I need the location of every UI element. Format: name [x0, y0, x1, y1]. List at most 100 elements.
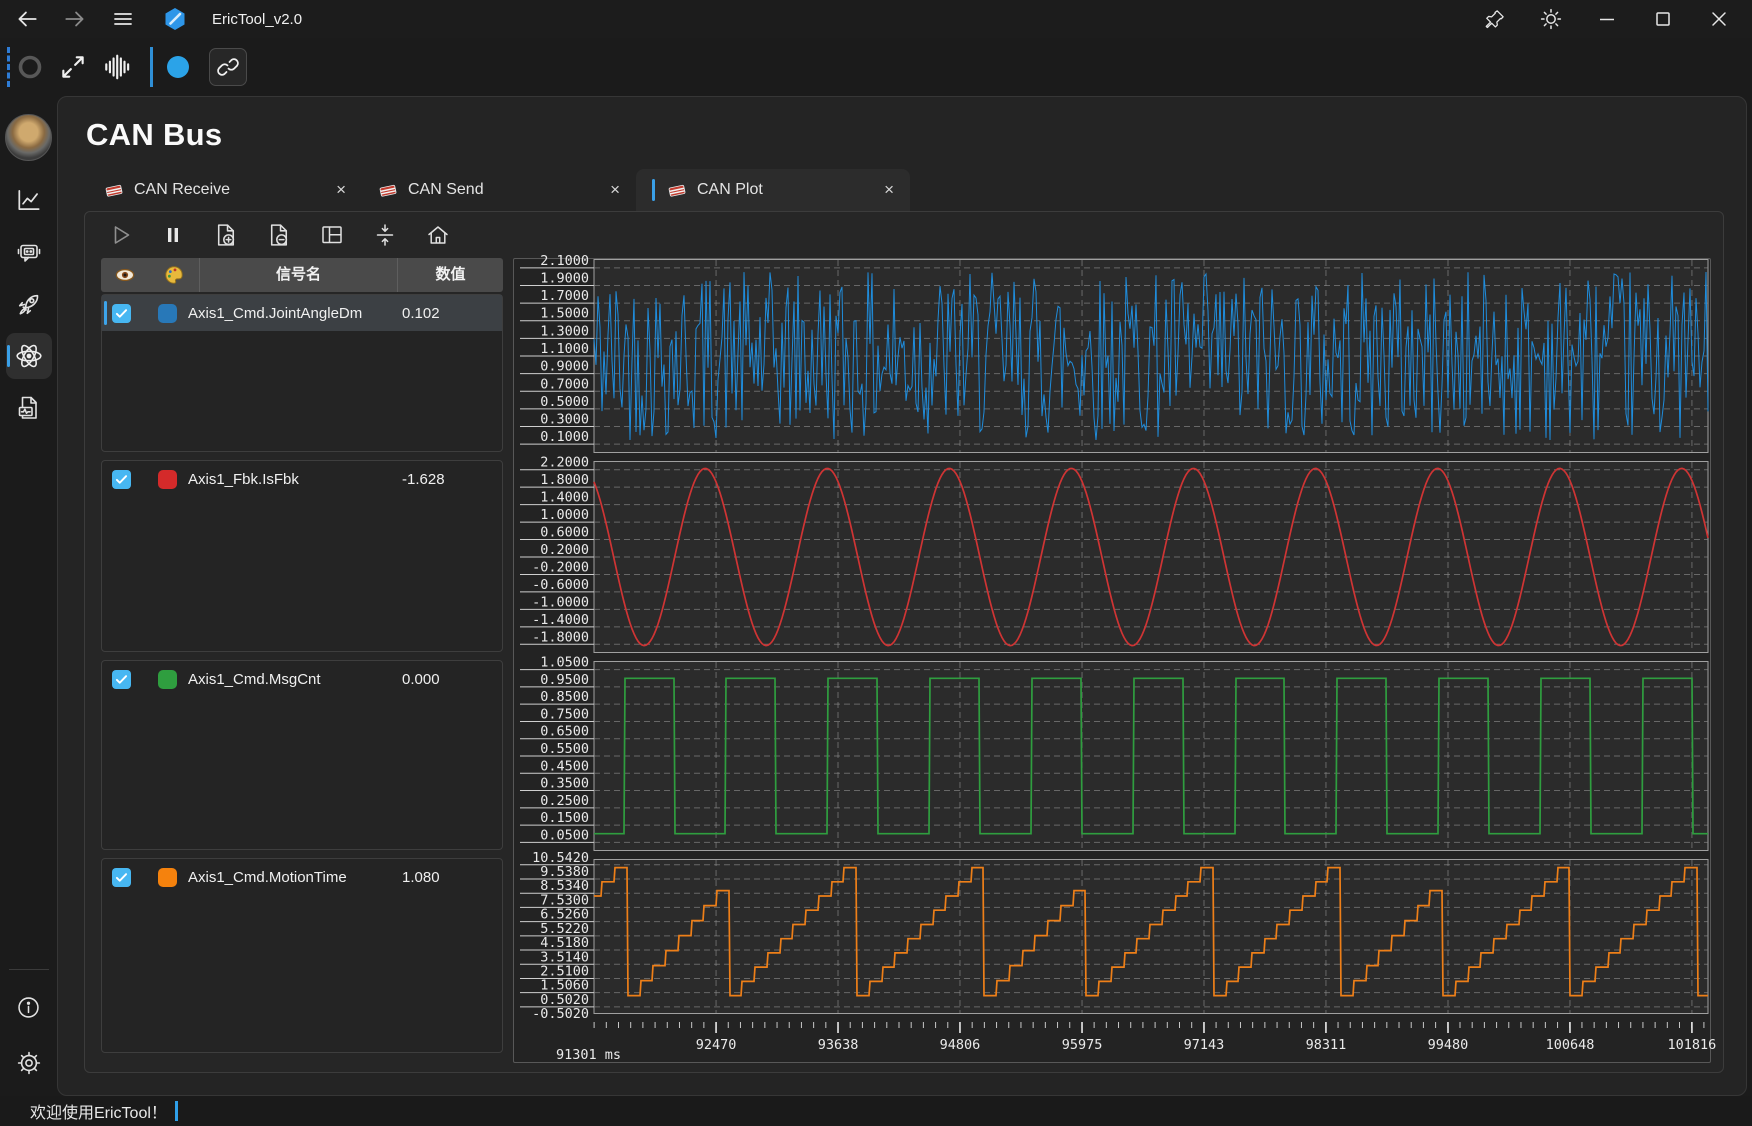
- svg-text:-0.6000: -0.6000: [532, 577, 589, 593]
- avatar[interactable]: [5, 114, 52, 161]
- svg-text:92470: 92470: [696, 1037, 737, 1053]
- chart-line-icon: [15, 186, 43, 214]
- app-title: EricTool_v2.0: [212, 11, 302, 28]
- back-button[interactable]: [10, 4, 44, 34]
- svg-text:1.4000: 1.4000: [540, 490, 589, 506]
- svg-text:-0.2000: -0.2000: [532, 559, 589, 575]
- signal-row[interactable]: Axis1_Cmd.MotionTime 1.080: [102, 859, 502, 895]
- svg-text:1.5000: 1.5000: [540, 306, 589, 322]
- signal-value: 0.102: [396, 305, 502, 322]
- waveform-button[interactable]: [102, 52, 132, 82]
- color-swatch[interactable]: [158, 470, 177, 489]
- forward-button[interactable]: [58, 4, 92, 34]
- visible-checkbox[interactable]: [112, 470, 131, 489]
- svg-text:0.5500: 0.5500: [540, 741, 589, 757]
- minimize-button[interactable]: [1590, 4, 1624, 34]
- signal-row[interactable]: Axis1_Cmd.JointAngleDm0.102: [102, 295, 502, 331]
- status-bar: 欢迎使用EricTool！: [0, 1096, 1752, 1126]
- close-button[interactable]: [1702, 4, 1736, 34]
- pause-button[interactable]: [158, 220, 188, 250]
- home-icon: [425, 222, 451, 248]
- svg-text:97143: 97143: [1184, 1037, 1225, 1053]
- tab-close-icon[interactable]: ×: [610, 180, 620, 200]
- plot-Axis1_Fbk.IsFbk: 2.20001.80001.40001.00000.60000.2000-0.2…: [514, 461, 1710, 653]
- maximize-button[interactable]: [1646, 4, 1680, 34]
- plot-toolbar: [85, 212, 1723, 258]
- waveform-icon: [102, 52, 132, 82]
- pin-button[interactable]: [1478, 4, 1512, 34]
- layout-button[interactable]: [317, 220, 347, 250]
- sidebar-item-charts[interactable]: [6, 177, 52, 223]
- maximize-icon: [1651, 7, 1675, 31]
- svg-text:1.3000: 1.3000: [540, 323, 589, 339]
- svg-text:1.1000: 1.1000: [540, 341, 589, 357]
- sidebar-item-report[interactable]: [6, 385, 52, 431]
- svg-text:0.9000: 0.9000: [540, 359, 589, 375]
- record-button[interactable]: [167, 56, 189, 78]
- tab-can-send[interactable]: CAN Send ×: [362, 169, 636, 211]
- status-circle-button[interactable]: [16, 53, 44, 81]
- visible-checkbox[interactable]: [112, 670, 131, 689]
- tab-can-plot[interactable]: CAN Plot ×: [636, 169, 910, 211]
- color-swatch[interactable]: [158, 868, 177, 887]
- pause-icon: [161, 223, 185, 247]
- signal-group: Axis1_Cmd.JointAngleDm0.102: [101, 294, 503, 452]
- sidebar-item-can-tools[interactable]: [6, 333, 52, 379]
- rocket-icon: [15, 290, 43, 318]
- signal-value: 1.080: [396, 869, 502, 886]
- tab-close-icon[interactable]: ×: [336, 180, 346, 200]
- svg-text:101816: 101816: [1668, 1037, 1717, 1053]
- svg-text:2.2000: 2.2000: [540, 455, 589, 471]
- fit-vertical-button[interactable]: [370, 220, 400, 250]
- connect-button[interactable]: [58, 52, 88, 82]
- connect-arrows-icon: [58, 52, 88, 82]
- sidebar-item-settings[interactable]: [6, 1040, 52, 1086]
- atom-icon: [14, 341, 44, 371]
- visible-checkbox[interactable]: [112, 868, 131, 887]
- signal-group: Axis1_Cmd.MotionTime 1.080: [101, 858, 503, 1053]
- visible-checkbox[interactable]: [112, 304, 131, 323]
- tab-close-icon[interactable]: ×: [884, 180, 894, 200]
- info-icon: [15, 994, 42, 1021]
- svg-text:-1.0000: -1.0000: [532, 594, 589, 610]
- signal-value: 0.000: [396, 671, 502, 688]
- svg-text:99480: 99480: [1428, 1037, 1469, 1053]
- add-file-button[interactable]: [211, 220, 241, 250]
- tab-can-receive[interactable]: CAN Receive ×: [88, 169, 362, 211]
- remove-file-button[interactable]: [264, 220, 294, 250]
- text-caret: [175, 1101, 178, 1121]
- signal-value: -1.628: [396, 471, 502, 488]
- sidebar-item-terminal[interactable]: [6, 229, 52, 275]
- color-swatch[interactable]: [158, 670, 177, 689]
- svg-text:0.0500: 0.0500: [540, 827, 589, 843]
- play-button[interactable]: [105, 220, 135, 250]
- signal-row[interactable]: Axis1_Fbk.IsFbk-1.628: [102, 461, 502, 497]
- link-button[interactable]: [209, 48, 247, 86]
- palette-icon: [149, 265, 199, 285]
- signal-group: Axis1_Cmd.MsgCnt0.000: [101, 660, 503, 850]
- theme-button[interactable]: [1534, 4, 1568, 34]
- sidebar-item-about[interactable]: [6, 984, 52, 1030]
- color-swatch[interactable]: [158, 304, 177, 323]
- svg-text:1.7000: 1.7000: [540, 288, 589, 304]
- svg-text:0.7000: 0.7000: [540, 376, 589, 392]
- svg-text:0.9500: 0.9500: [540, 672, 589, 688]
- toolbar-separator: [150, 47, 153, 87]
- signal-name: Axis1_Cmd.MotionTime: [188, 869, 347, 886]
- plot-Axis1_Cmd.MotionTime: 10.54209.53808.53407.53006.52605.52204.5…: [514, 859, 1710, 1014]
- can-device-icon: [378, 182, 398, 199]
- menu-button[interactable]: [106, 4, 140, 34]
- back-arrow-icon: [14, 6, 40, 32]
- file-add-icon: [213, 222, 240, 249]
- plots-container[interactable]: 2.10001.90001.70001.50001.30001.10000.90…: [513, 258, 1711, 1063]
- drag-handle[interactable]: [7, 47, 10, 87]
- sidebar-item-launch[interactable]: [6, 281, 52, 327]
- signal-group: Axis1_Fbk.IsFbk-1.628: [101, 460, 503, 652]
- signal-row[interactable]: Axis1_Cmd.MsgCnt0.000: [102, 661, 502, 697]
- settings-gear-icon: [15, 1049, 43, 1077]
- plot-Axis1_Cmd.JointAngleDm: 2.10001.90001.70001.50001.30001.10000.90…: [514, 259, 1710, 453]
- forward-arrow-icon: [62, 6, 88, 32]
- signal-table-header: 信号名 数值: [101, 258, 503, 292]
- svg-text:93638: 93638: [818, 1037, 859, 1053]
- home-button[interactable]: [423, 220, 453, 250]
